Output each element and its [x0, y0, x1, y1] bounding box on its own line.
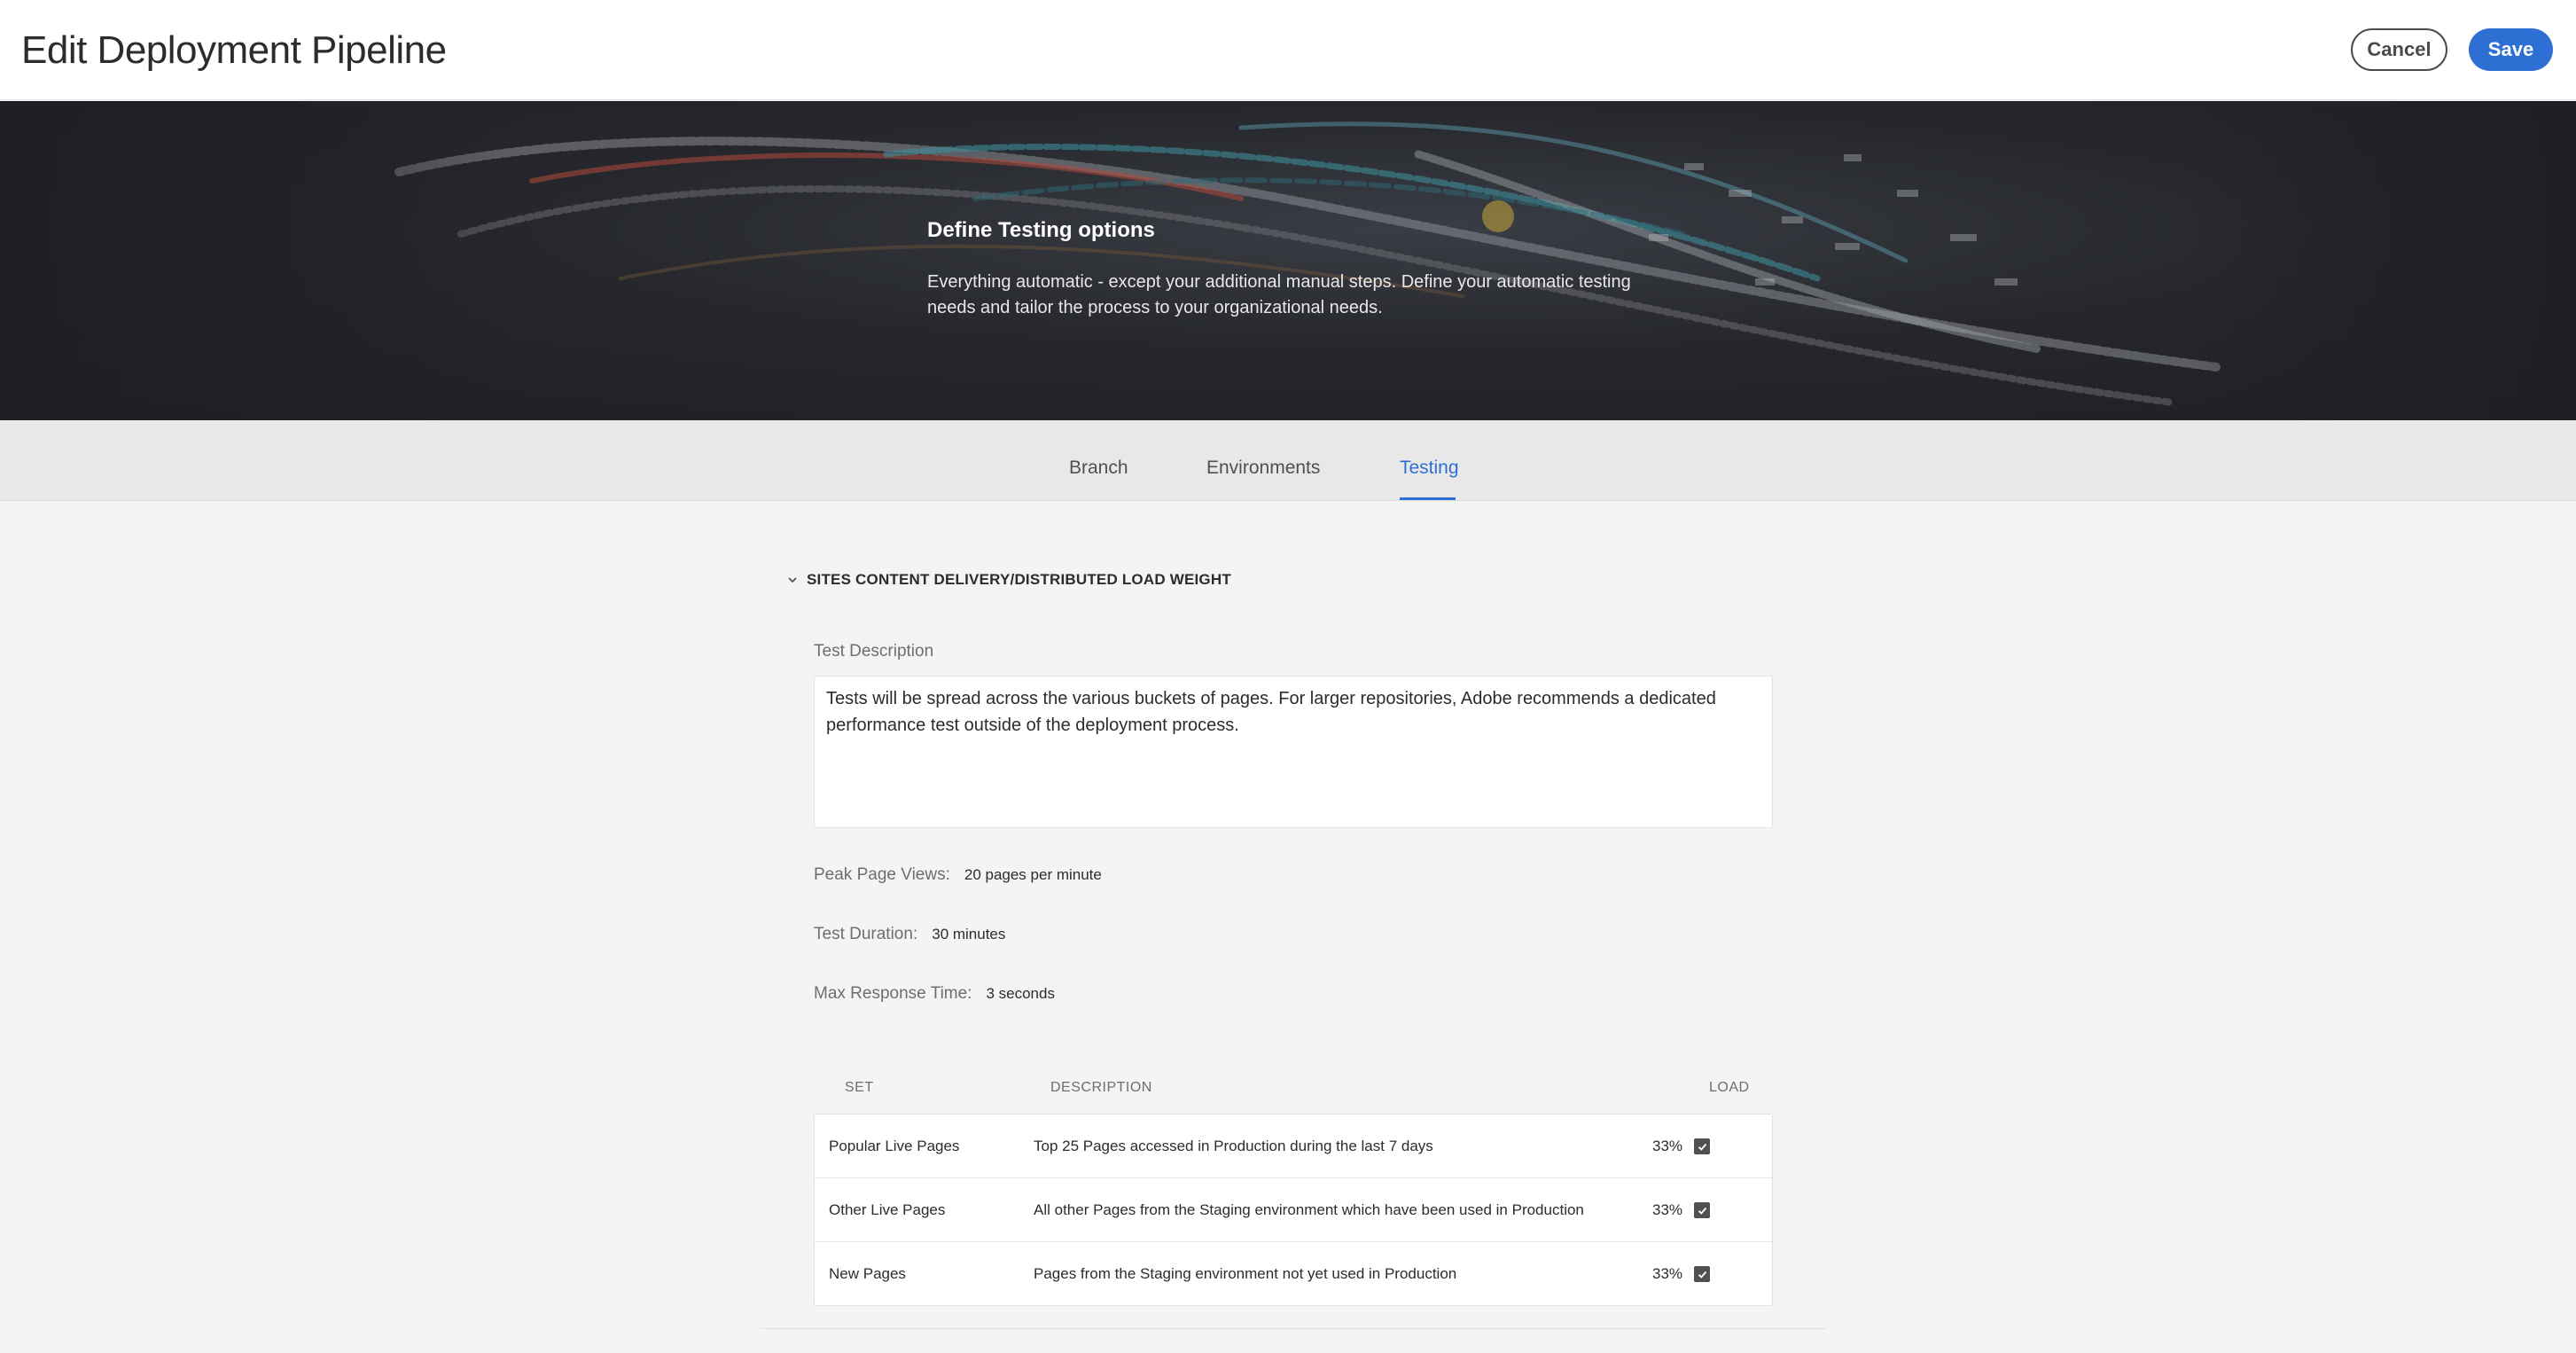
checkmark-icon [1698, 1207, 1706, 1215]
row-description: Pages from the Staging environment not y… [1034, 1265, 1457, 1282]
test-duration-label: Test Duration: [814, 925, 918, 943]
row-description: All other Pages from the Staging environ… [1034, 1201, 1584, 1218]
hero-title: Define Testing options [927, 218, 1155, 242]
hero-banner: Define Testing options Everything automa… [0, 101, 2576, 420]
tab-bar: Branch Environments Testing [0, 420, 2576, 501]
row-load: 33% [1652, 1265, 1683, 1282]
save-button[interactable]: Save [2469, 28, 2553, 71]
test-description-label: Test Description [814, 642, 934, 661]
row-load: 33% [1652, 1138, 1683, 1154]
column-header-description: DESCRIPTION [1050, 1080, 1152, 1095]
tab-testing[interactable]: Testing [1400, 458, 1459, 479]
row-set: New Pages [829, 1265, 906, 1282]
test-duration-value: 30 minutes [932, 926, 1006, 942]
page-title: Edit Deployment Pipeline [21, 28, 447, 72]
load-weight-table: Popular Live Pages Top 25 Pages accessed… [814, 1114, 1773, 1306]
hero-description: Everything automatic - except your addit… [927, 272, 1631, 317]
app-header: Edit Deployment Pipeline Cancel Save [0, 0, 2576, 100]
cancel-button[interactable]: Cancel [2351, 28, 2447, 71]
tab-environments[interactable]: Environments [1206, 458, 1320, 479]
table-row: New Pages Pages from the Staging environ… [815, 1242, 1772, 1306]
row-checkbox[interactable] [1694, 1266, 1710, 1282]
peak-page-views: Peak Page Views: 20 pages per minute [814, 865, 1102, 885]
peak-page-views-label: Peak Page Views: [814, 865, 950, 884]
section-toggle[interactable]: SITES CONTENT DELIVERY/DISTRIBUTED LOAD … [787, 571, 1231, 589]
max-response-time: Max Response Time: 3 seconds [814, 984, 1055, 1004]
section-divider [761, 1328, 1826, 1329]
row-checkbox[interactable] [1694, 1202, 1710, 1218]
row-description: Top 25 Pages accessed in Production duri… [1034, 1138, 1433, 1154]
section-title: SITES CONTENT DELIVERY/DISTRIBUTED LOAD … [807, 571, 1231, 588]
checkmark-icon [1698, 1271, 1706, 1279]
tab-branch[interactable]: Branch [1069, 458, 1128, 479]
hero-background-art [0, 101, 2576, 420]
test-description-field[interactable]: Tests will be spread across the various … [814, 676, 1773, 828]
chevron-down-icon [788, 577, 797, 583]
max-response-time-label: Max Response Time: [814, 984, 972, 1003]
max-response-time-value: 3 seconds [986, 985, 1055, 1002]
active-tab-indicator [1400, 497, 1456, 500]
checkmark-icon [1698, 1143, 1706, 1151]
column-header-set: SET [845, 1080, 874, 1095]
row-set: Other Live Pages [829, 1201, 946, 1218]
peak-page-views-value: 20 pages per minute [964, 866, 1102, 883]
table-row: Other Live Pages All other Pages from th… [815, 1178, 1772, 1242]
row-load: 33% [1652, 1201, 1683, 1218]
row-checkbox[interactable] [1694, 1138, 1710, 1154]
table-row: Popular Live Pages Top 25 Pages accessed… [815, 1114, 1772, 1178]
column-header-load: LOAD [1709, 1080, 1750, 1095]
test-duration: Test Duration: 30 minutes [814, 925, 1005, 944]
row-set: Popular Live Pages [829, 1138, 960, 1154]
